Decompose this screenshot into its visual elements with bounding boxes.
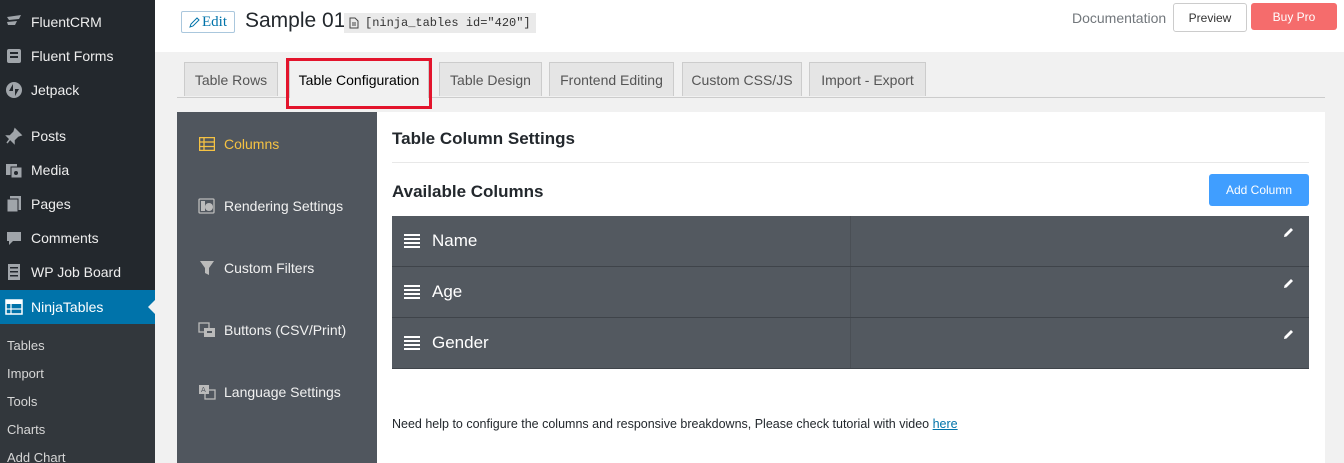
nav-label: Buttons (CSV/Print) xyxy=(224,322,347,338)
pencil-icon xyxy=(189,17,200,28)
svg-text:A: A xyxy=(201,386,206,394)
pages-icon xyxy=(4,194,24,214)
nav-columns[interactable]: Columns xyxy=(177,129,377,159)
page-header: Edit Sample 01 [ninja_tables id="420"] D… xyxy=(155,0,1344,52)
preview-button[interactable]: Preview xyxy=(1173,3,1247,32)
wp-menu-fluentcrm[interactable]: FluentCRM xyxy=(0,5,155,39)
wp-menu-label: FluentCRM xyxy=(31,14,102,30)
column-row[interactable]: Name xyxy=(392,216,1309,267)
filter-icon xyxy=(198,259,216,277)
wp-menu-label: Pages xyxy=(31,196,71,212)
pin-icon xyxy=(4,126,24,146)
heading-divider xyxy=(392,162,1309,163)
buttons-icon xyxy=(198,321,216,339)
add-column-button[interactable]: Add Column xyxy=(1209,174,1309,206)
nav-buttons-csv-print[interactable]: Buttons (CSV/Print) xyxy=(177,315,377,345)
wp-menu-posts[interactable]: Posts xyxy=(0,119,155,153)
tab-frontend-editing[interactable]: Frontend Editing xyxy=(549,62,674,96)
wp-menu-label: Media xyxy=(31,162,70,178)
tab-custom-css-js[interactable]: Custom CSS/JS xyxy=(682,62,802,96)
edit-label: Edit xyxy=(202,14,227,30)
shortcode-text: [ninja_tables id="420"] xyxy=(365,16,531,30)
settings-sidebar: Columns Rendering Settings Custom Filter… xyxy=(177,112,377,463)
tutorial-link[interactable]: here xyxy=(933,417,958,431)
row-divider xyxy=(850,267,851,317)
column-name: Age xyxy=(432,282,463,301)
fluent-forms-icon xyxy=(4,46,24,66)
nav-custom-filters[interactable]: Custom Filters xyxy=(177,253,377,283)
wp-menu-wp-job-board[interactable]: WP Job Board xyxy=(0,255,155,289)
wp-menu-pages[interactable]: Pages xyxy=(0,187,155,221)
edit-title-button[interactable]: Edit xyxy=(181,11,235,33)
pencil-icon[interactable] xyxy=(1283,226,1295,238)
page-title: Sample 01 xyxy=(245,9,346,32)
pencil-icon[interactable] xyxy=(1283,328,1295,340)
tab-label: Table Rows xyxy=(194,71,268,88)
tab-label: Table Configuration xyxy=(298,71,420,88)
available-columns-title: Available Columns xyxy=(392,182,544,201)
wp-menu-label: WP Job Board xyxy=(31,264,122,280)
column-name: Name xyxy=(432,231,478,250)
nav-label: Custom Filters xyxy=(224,260,315,276)
columns-icon xyxy=(198,135,216,153)
drag-handle-icon[interactable] xyxy=(404,234,420,248)
column-name: Gender xyxy=(432,333,489,352)
columns-list: Name Age Gender xyxy=(392,216,1309,369)
help-message: Need help to configure the columns and r… xyxy=(392,417,930,431)
wp-menu-label: Posts xyxy=(31,128,67,144)
nav-label: Columns xyxy=(224,136,280,152)
fluentcrm-icon xyxy=(4,12,24,32)
wp-menu-label: NinjaTables xyxy=(31,299,104,315)
wp-menu-ninjatables[interactable]: NinjaTables xyxy=(0,290,155,324)
nav-rendering-settings[interactable]: Rendering Settings xyxy=(177,191,377,221)
tab-table-rows[interactable]: Table Rows xyxy=(184,62,278,96)
comment-icon xyxy=(4,228,24,248)
row-divider xyxy=(850,216,851,266)
tab-table-design[interactable]: Table Design xyxy=(439,62,542,96)
submenu-charts[interactable]: Charts xyxy=(7,422,45,437)
tab-label: Custom CSS/JS xyxy=(691,71,793,88)
list-icon xyxy=(4,262,24,282)
media-icon xyxy=(4,160,24,180)
nav-label: Language Settings xyxy=(224,384,341,400)
nav-label: Rendering Settings xyxy=(224,198,344,214)
submenu-tables[interactable]: Tables xyxy=(7,338,45,353)
wp-admin-sidebar: FluentCRM Fluent Forms Jetpack Posts Med… xyxy=(0,0,155,463)
pencil-icon[interactable] xyxy=(1283,277,1295,289)
wp-menu-jetpack[interactable]: Jetpack xyxy=(0,73,155,107)
language-icon: A xyxy=(198,383,216,401)
wp-menu-comments[interactable]: Comments xyxy=(0,221,155,255)
tab-label: Frontend Editing xyxy=(560,71,663,88)
wp-submenu: Tables Import Tools Charts Add Chart xyxy=(0,324,155,463)
row-divider xyxy=(850,318,851,368)
rendering-icon xyxy=(198,197,216,215)
wp-menu-fluent-forms[interactable]: Fluent Forms xyxy=(0,39,155,73)
column-row[interactable]: Age xyxy=(392,267,1309,318)
buy-pro-button[interactable]: Buy Pro xyxy=(1251,3,1337,30)
tab-import-export[interactable]: Import - Export xyxy=(809,62,926,96)
submenu-import[interactable]: Import xyxy=(7,366,44,381)
submenu-tools[interactable]: Tools xyxy=(7,394,37,409)
tab-table-configuration[interactable]: Table Configuration xyxy=(289,60,429,98)
help-text: Need help to configure the columns and r… xyxy=(392,417,958,431)
wp-menu-media[interactable]: Media xyxy=(0,153,155,187)
jetpack-icon xyxy=(4,80,24,100)
settings-title: Table Column Settings xyxy=(392,129,575,148)
tab-label: Import - Export xyxy=(821,71,914,88)
column-row[interactable]: Gender xyxy=(392,318,1309,369)
wp-menu-label: Fluent Forms xyxy=(31,48,114,64)
nav-language-settings[interactable]: A Language Settings xyxy=(177,377,377,407)
shortcode-badge[interactable]: [ninja_tables id="420"] xyxy=(344,13,536,33)
tab-label: Table Design xyxy=(450,71,531,88)
wp-menu-label: Comments xyxy=(31,230,99,246)
submenu-add-chart[interactable]: Add Chart xyxy=(7,450,66,463)
drag-handle-icon[interactable] xyxy=(404,285,420,299)
wp-menu-label: Jetpack xyxy=(31,82,80,98)
drag-handle-icon[interactable] xyxy=(404,336,420,350)
column-settings-panel: Table Column Settings Available Columns … xyxy=(377,112,1325,463)
table-icon xyxy=(4,297,24,317)
document-icon xyxy=(349,17,359,29)
documentation-link[interactable]: Documentation xyxy=(1072,10,1166,26)
